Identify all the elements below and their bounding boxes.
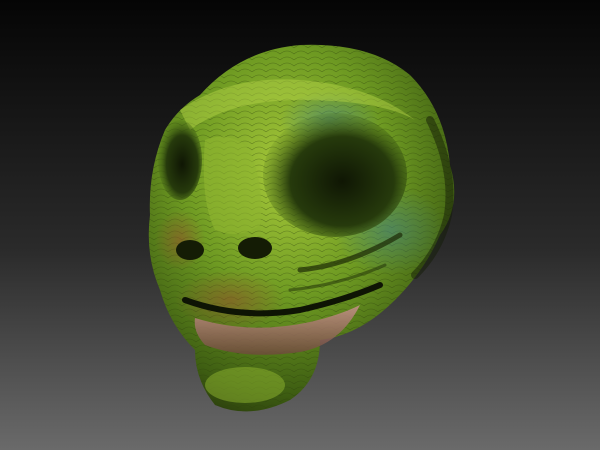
right-eye-socket — [263, 113, 407, 237]
render-canvas — [0, 0, 600, 450]
sculpt-viewport — [0, 0, 600, 450]
right-nostril — [238, 237, 272, 259]
red-tint-left — [155, 210, 205, 270]
left-nostril — [176, 240, 204, 260]
chin — [205, 367, 285, 403]
left-eye-socket — [158, 120, 202, 200]
